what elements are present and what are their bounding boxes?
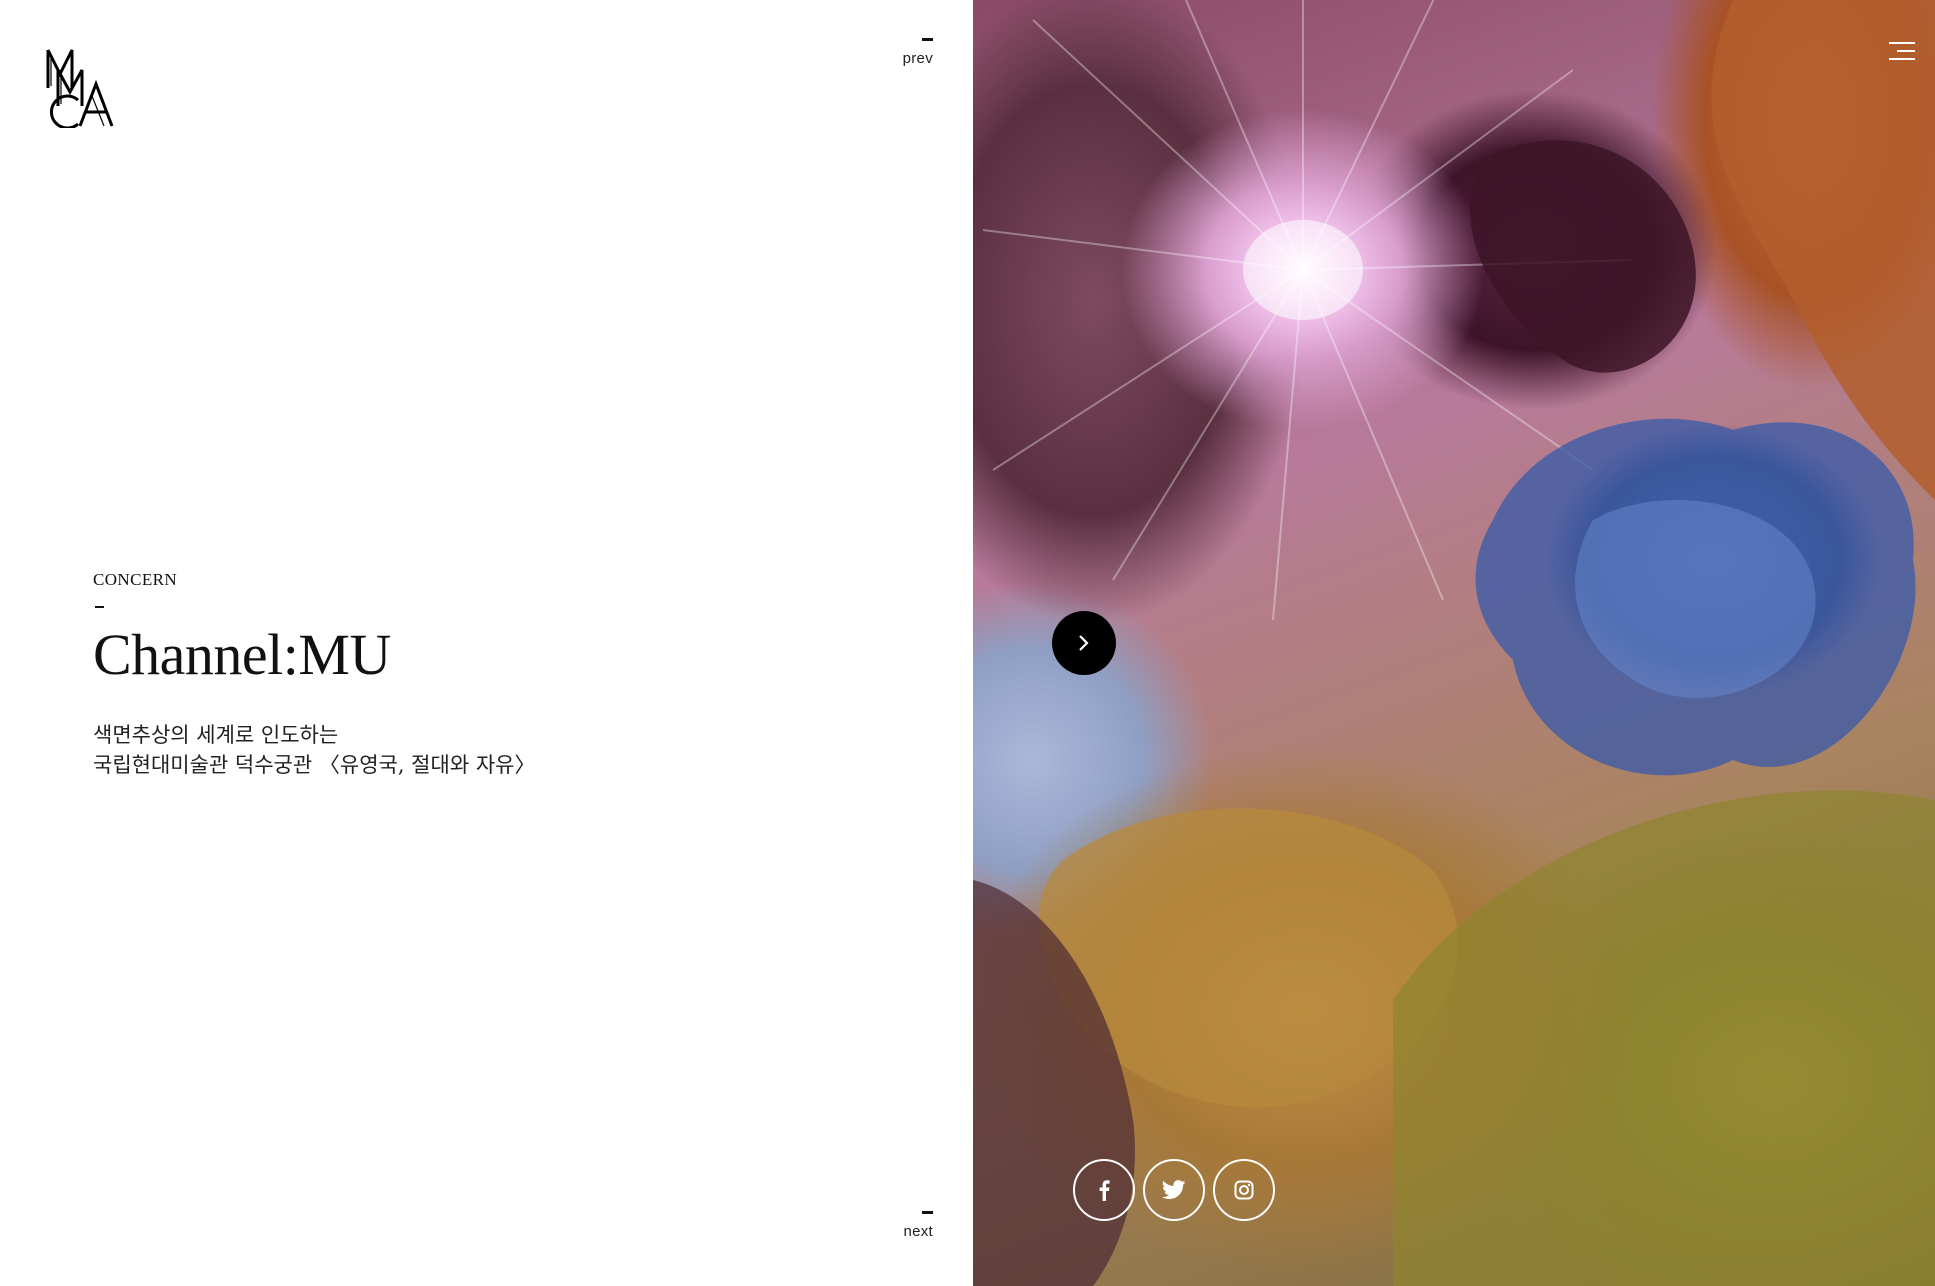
glass-artwork-image (973, 0, 1935, 1286)
facebook-share-button[interactable] (1073, 1159, 1135, 1221)
facebook-icon (1099, 1180, 1110, 1201)
twitter-share-button[interactable] (1143, 1159, 1205, 1221)
menu-line-1 (1889, 42, 1915, 44)
mmca-logo[interactable] (44, 48, 122, 128)
description-line-2: 국립현대미술관 덕수궁관 〈유영국, 절대와 자유〉 (93, 753, 536, 777)
chevron-right-icon (1079, 635, 1089, 651)
menu-line-2 (1897, 50, 1915, 52)
twitter-icon (1162, 1180, 1186, 1199)
menu-line-3 (1889, 58, 1915, 60)
article-category: CONCERN (93, 570, 178, 589)
category-divider (95, 606, 104, 608)
hero-image (973, 0, 1935, 1286)
prev-link[interactable]: prev (903, 38, 933, 68)
hamburger-menu-button[interactable] (1885, 42, 1915, 64)
instagram-share-button[interactable] (1213, 1159, 1275, 1221)
prev-dash (922, 38, 933, 41)
next-label: next (903, 1223, 933, 1240)
next-link[interactable]: next (903, 1211, 933, 1241)
article-description: 색면추상의 세계로 인도하는 국립현대미술관 덕수궁관 〈유영국, 절대와 자유… (93, 720, 793, 780)
instagram-icon (1234, 1180, 1254, 1200)
next-slide-button[interactable] (1052, 611, 1116, 675)
left-panel: prev CONCERN Channel:MU 색면추상의 세계로 인도하는 국… (0, 0, 973, 1286)
prev-label: prev (902, 50, 933, 67)
description-line-1: 색면추상의 세계로 인도하는 (93, 723, 339, 747)
article-title: Channel:MU (93, 622, 391, 687)
article-intro: CONCERN Channel:MU 색면추상의 세계로 인도하는 국립현대미술… (93, 570, 793, 780)
mmca-logo-icon (46, 49, 114, 128)
next-dash (922, 1211, 933, 1214)
